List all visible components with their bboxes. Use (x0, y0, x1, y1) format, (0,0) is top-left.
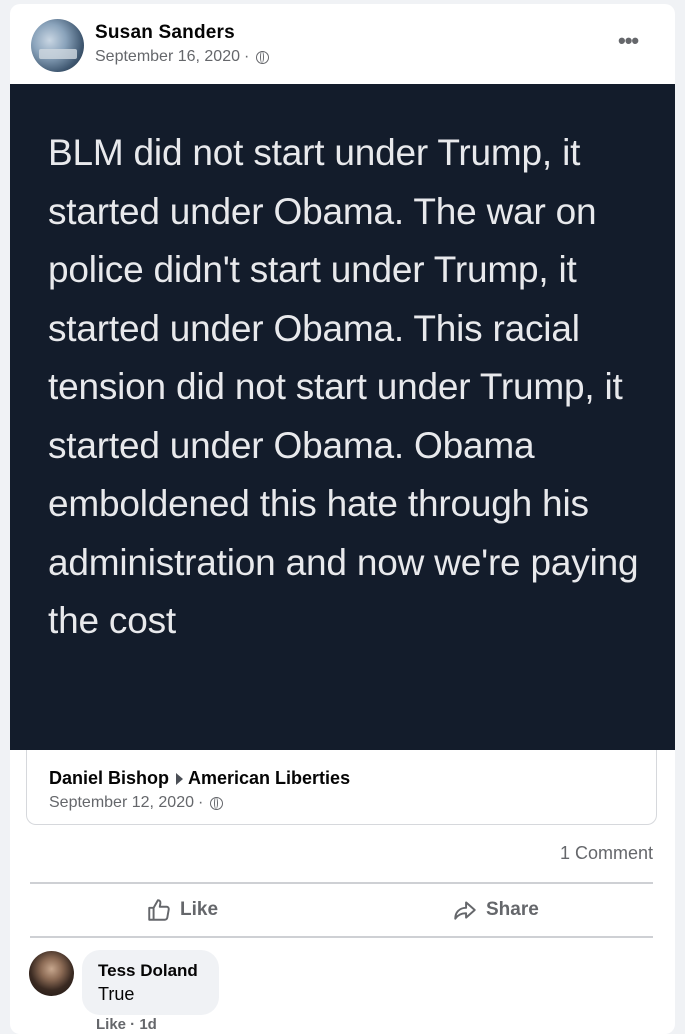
more-icon[interactable]: ••• (618, 30, 639, 52)
post-date[interactable]: September 16, 2020 (95, 48, 240, 66)
comment-actions[interactable]: Like · 1d (96, 1016, 157, 1033)
divider (30, 936, 653, 938)
globe-icon (256, 50, 270, 64)
commenter-name[interactable]: Tess Doland (98, 961, 198, 981)
poster-name[interactable]: Susan Sanders (95, 22, 235, 44)
comment-bubble: Tess Doland True (82, 950, 219, 1015)
shared-date[interactable]: September 12, 2020 (49, 794, 194, 812)
caret-right-icon (176, 772, 184, 785)
share-label: Share (486, 899, 539, 920)
shared-post-attribution[interactable]: Daniel Bishop American Liberties Septemb… (26, 750, 657, 825)
comment-text: True (98, 984, 135, 1004)
like-label: Like (180, 899, 219, 920)
meta-separator: · (244, 48, 250, 65)
commenter-avatar[interactable] (29, 951, 74, 996)
divider (30, 882, 653, 884)
share-icon (454, 901, 476, 920)
post-meta: September 16, 2020 · (95, 48, 270, 66)
shared-group[interactable]: American Liberties (188, 768, 350, 789)
shared-meta: September 12, 2020 · (49, 794, 224, 812)
image-text: BLM did not start under Trump, it starte… (48, 132, 639, 641)
like-button[interactable]: Like (146, 895, 218, 925)
globe-icon (210, 796, 224, 810)
shared-author-line: Daniel Bishop American Liberties (49, 768, 350, 789)
meta-separator: · (198, 794, 204, 811)
share-button[interactable]: Share (452, 895, 539, 925)
poster-avatar[interactable] (31, 19, 84, 72)
post-image[interactable]: BLM did not start under Trump, it starte… (10, 84, 675, 750)
like-icon (148, 899, 170, 921)
comment-count[interactable]: 1 Comment (560, 843, 653, 864)
shared-author[interactable]: Daniel Bishop (49, 768, 169, 789)
